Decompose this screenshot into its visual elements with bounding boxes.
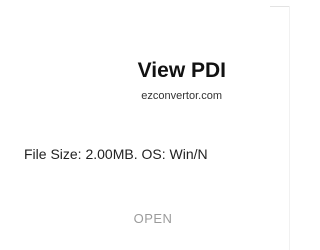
ad-domain: ezconvertor.com bbox=[141, 90, 222, 102]
ad-title: View PDI bbox=[137, 59, 226, 82]
panel-edge bbox=[289, 6, 296, 250]
open-button[interactable]: OPEN bbox=[120, 202, 186, 234]
ad-card: View PDI ezconvertor.com File Size: 2.00… bbox=[0, 0, 296, 250]
file-info-text: File Size: 2.00MB. OS: Win/N bbox=[24, 146, 208, 162]
